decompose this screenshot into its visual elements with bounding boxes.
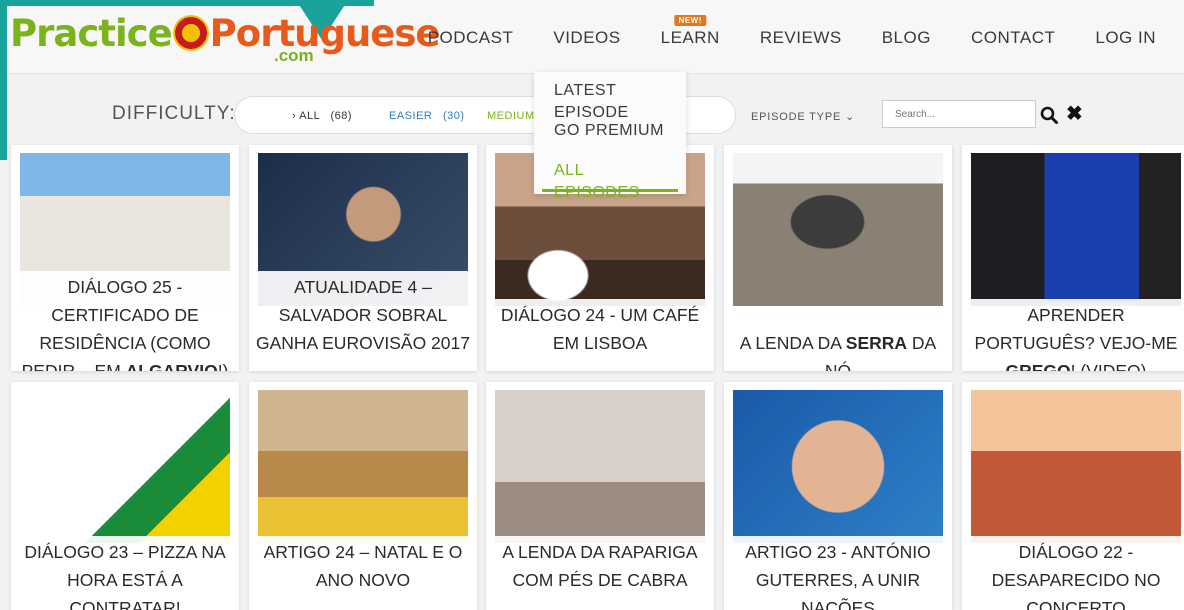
menu-item-latest-episode[interactable]: LATEST EPISODE — [534, 80, 686, 121]
search-icon[interactable] — [1040, 106, 1058, 124]
difficulty-medium-option[interactable]: MEDIUM — [487, 110, 535, 122]
episode-card[interactable]: A LENDA DA RAPARIGA COM PÉS DE CABRA — [486, 382, 714, 610]
menu-item-go-premium[interactable]: GO PREMIUM — [534, 120, 686, 160]
active-menu-underline — [542, 189, 678, 192]
episode-title-text: ARTIGO 23 - ANTÓNIO GUTERRES, A UNIR NAÇ… — [745, 542, 931, 610]
episode-card[interactable]: ATUALIDADE 4 – SALVADOR SOBRAL GANHA EUR… — [249, 145, 477, 371]
episode-title: APRENDER PORTUGUÊS? VEJO-ME GREGO! (VIDE… — [966, 299, 1184, 371]
close-icon[interactable]: ✖ — [1066, 104, 1083, 124]
episode-title: DIÁLOGO 22 - DESAPARECIDO NO CONCERTO — [966, 536, 1184, 610]
episode-card[interactable]: ARTIGO 24 – NATAL E O ANO NOVO — [249, 382, 477, 610]
episode-title-highlight: GREGO — [1005, 361, 1071, 371]
menu-item-all-episodes[interactable]: ALL EPISODES — [534, 160, 686, 201]
nav-podcast[interactable]: PODCAST — [428, 28, 514, 48]
nav-blog[interactable]: BLOG — [882, 28, 931, 48]
episode-title-text-end: ! (VIDEO) — [1070, 361, 1147, 371]
episode-title-text: ATUALIDADE 4 – SALVADOR SOBRAL GANHA EUR… — [256, 277, 470, 353]
episode-title-highlight: ALGARVIO — [125, 361, 218, 371]
episode-thumbnail — [258, 390, 468, 543]
episode-thumbnail — [495, 390, 705, 543]
episode-thumbnail — [733, 390, 943, 543]
episode-title-text-end: !) — [217, 361, 229, 371]
episode-title-text: A LENDA DA RAPARIGA COM PÉS DE CABRA — [502, 542, 698, 590]
episode-title: DIÁLOGO 24 - UM CAFÉ EM LISBOA — [490, 299, 710, 357]
episode-thumbnail — [971, 390, 1181, 543]
episode-card[interactable]: DIÁLOGO 23 – PIZZA NA HORA ESTÁ A CONTRA… — [11, 382, 239, 610]
search-input[interactable] — [882, 100, 1036, 128]
nav-reviews[interactable]: REVIEWS — [760, 28, 842, 48]
new-badge: NEW! — [674, 15, 706, 26]
episode-title: ATUALIDADE 4 – SALVADOR SOBRAL GANHA EUR… — [253, 271, 473, 357]
logo-practice-text: Practice — [10, 12, 173, 55]
nav-login[interactable]: LOG IN — [1095, 28, 1156, 48]
episode-thumbnail — [971, 153, 1181, 306]
episode-title: A LENDA DA RAPARIGA COM PÉS DE CABRA — [490, 536, 710, 594]
episode-title-highlight: SERRA — [845, 333, 908, 353]
episode-title-text: DIÁLOGO 22 - DESAPARECIDO NO CONCERTO — [991, 542, 1161, 610]
logo-com-text: .com — [274, 46, 314, 65]
episode-card[interactable]: ARTIGO 23 - ANTÓNIO GUTERRES, A UNIR NAÇ… — [724, 382, 952, 610]
nav-contact[interactable]: CONTACT — [971, 28, 1055, 48]
episode-title-text: DIÁLOGO 24 - UM CAFÉ EM LISBOA — [500, 305, 700, 353]
podcast-dropdown-menu: LATEST EPISODE GO PREMIUM ALL EPISODES — [534, 72, 686, 201]
episode-card[interactable]: APRENDER PORTUGUÊS? VEJO-ME GREGO! (VIDE… — [962, 145, 1184, 371]
episode-thumbnail — [20, 390, 230, 543]
portugal-emblem-icon — [172, 15, 209, 51]
episode-title: ARTIGO 23 - ANTÓNIO GUTERRES, A UNIR NAÇ… — [728, 536, 948, 610]
nav-learn[interactable]: NEW! LEARN — [660, 15, 720, 48]
difficulty-label: DIFFICULTY: — [112, 103, 236, 124]
episode-title-text: ARTIGO 24 – NATAL E O ANO NOVO — [263, 542, 463, 590]
episode-title: DIÁLOGO 25 - CERTIFICADO DE RESIDÊNCIA (… — [15, 271, 235, 371]
difficulty-easier-option[interactable]: EASIER (30) — [389, 110, 465, 122]
episode-card[interactable]: DIÁLOGO 22 - DESAPARECIDO NO CONCERTO — [962, 382, 1184, 610]
episode-card[interactable]: DIÁLOGO 25 - CERTIFICADO DE RESIDÊNCIA (… — [11, 145, 239, 371]
difficulty-all-option[interactable]: › ALL (68) — [292, 110, 352, 122]
episode-title: ARTIGO 24 – NATAL E O ANO NOVO — [253, 536, 473, 594]
episode-title-text: A LENDA DA — [739, 333, 846, 353]
episode-card[interactable]: A LENDA DA SERRA DA NÓ — [724, 145, 952, 371]
main-nav: PODCAST VIDEOS NEW! LEARN REVIEWS BLOG C… — [428, 15, 1156, 48]
episode-title: A LENDA DA SERRA DA NÓ — [728, 327, 948, 371]
episode-title: DIÁLOGO 23 – PIZZA NA HORA ESTÁ A CONTRA… — [15, 536, 235, 610]
logo-portuguese-text: Portuguese — [209, 12, 441, 55]
nav-learn-label: LEARN — [660, 28, 720, 47]
site-logo[interactable]: Practice Portuguese .com — [10, 10, 441, 66]
logo-wordmark: Practice Portuguese — [10, 12, 441, 55]
episode-title-text: DIÁLOGO 25 - CERTIFICADO DE RESIDÊNCIA (… — [21, 277, 211, 371]
episode-thumbnail — [733, 153, 943, 306]
nav-videos[interactable]: VIDEOS — [553, 28, 620, 48]
episode-title-text: DIÁLOGO 23 – PIZZA NA HORA ESTÁ A CONTRA… — [24, 542, 226, 610]
teal-accent-side — [0, 0, 7, 160]
episode-type-select[interactable]: EPISODE TYPE ⌄ — [751, 110, 855, 123]
episode-title-text: APRENDER PORTUGUÊS? VEJO-ME — [974, 305, 1178, 353]
